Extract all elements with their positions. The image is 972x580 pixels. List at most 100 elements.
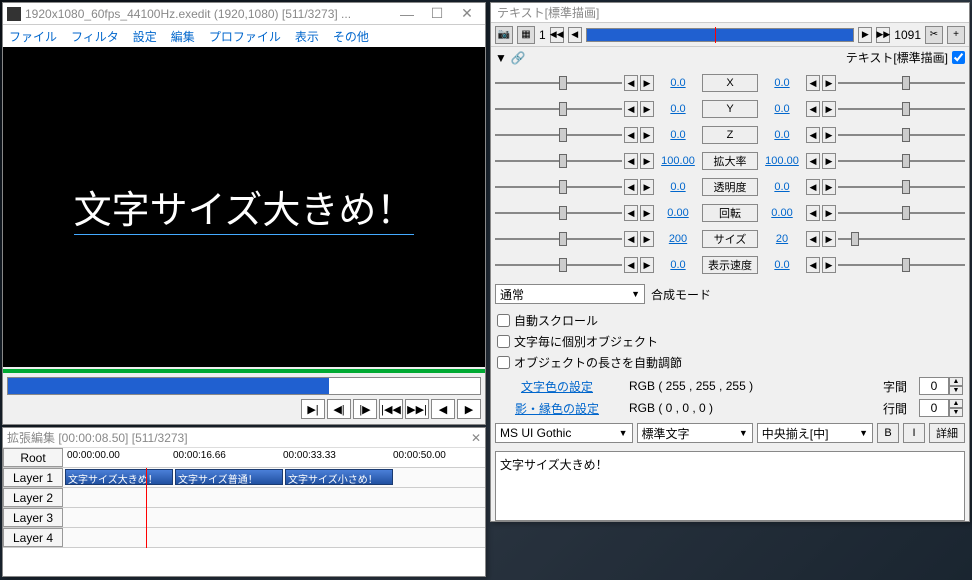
inc-right[interactable]: ▶ — [822, 127, 836, 143]
maximize-button[interactable]: ☐ — [423, 5, 451, 23]
dec-right[interactable]: ◀ — [806, 127, 820, 143]
layer-2-label[interactable]: Layer 2 — [3, 488, 63, 507]
value-right[interactable]: 0.0 — [760, 129, 804, 141]
detail-button[interactable]: 詳細 — [929, 423, 965, 443]
dec-left[interactable]: ◀ — [624, 257, 638, 273]
font-combo[interactable]: MS UI Gothic▼ — [495, 423, 633, 443]
value-left[interactable]: 100.00 — [656, 155, 700, 167]
dec-right[interactable]: ◀ — [806, 231, 820, 247]
menu-profile[interactable]: プロファイル — [209, 28, 281, 45]
slider-left[interactable] — [495, 102, 622, 116]
root-button[interactable]: Root — [3, 448, 63, 467]
value-left[interactable]: 0.0 — [656, 181, 700, 193]
dec-left[interactable]: ◀ — [624, 101, 638, 117]
slider-right[interactable] — [838, 180, 965, 194]
timeline-ruler[interactable]: 00:00:00.00 00:00:16.66 00:00:33.33 00:0… — [63, 448, 485, 467]
perchar-checkbox[interactable] — [497, 335, 510, 348]
clip-3[interactable]: 文字サイズ小さめ！ — [285, 469, 393, 485]
menu-edit[interactable]: 編集 — [171, 28, 195, 45]
slider-left[interactable] — [495, 76, 622, 90]
value-right[interactable]: 0.00 — [760, 207, 804, 219]
inc-left[interactable]: ▶ — [640, 127, 654, 143]
inc-left[interactable]: ▶ — [640, 101, 654, 117]
slider-right[interactable] — [838, 258, 965, 272]
playhead[interactable] — [146, 468, 147, 548]
inc-left[interactable]: ▶ — [640, 179, 654, 195]
dec-right[interactable]: ◀ — [806, 205, 820, 221]
value-right[interactable]: 0.0 — [760, 181, 804, 193]
slider-right[interactable] — [838, 206, 965, 220]
value-left[interactable]: 0.0 — [656, 259, 700, 271]
rewind-button[interactable]: |◀◀ — [379, 399, 403, 419]
collapse-icon[interactable]: ▼ — [495, 51, 507, 65]
inc-right[interactable]: ▶ — [822, 153, 836, 169]
param-label[interactable]: Y — [702, 100, 758, 118]
value-left[interactable]: 0.0 — [656, 77, 700, 89]
slider-left[interactable] — [495, 180, 622, 194]
bold-button[interactable]: B — [877, 423, 899, 443]
value-left[interactable]: 0.00 — [656, 207, 700, 219]
italic-button[interactable]: I — [903, 423, 925, 443]
dec-right[interactable]: ◀ — [806, 257, 820, 273]
blend-mode-combo[interactable]: 通常▼ — [495, 284, 645, 304]
menu-settings[interactable]: 設定 — [133, 28, 157, 45]
layer-3-label[interactable]: Layer 3 — [3, 508, 63, 527]
layer-3-track[interactable] — [63, 508, 485, 527]
slider-left[interactable] — [495, 206, 622, 220]
split-button[interactable]: ✂ — [925, 26, 943, 44]
dec-left[interactable]: ◀ — [624, 231, 638, 247]
linespace-input[interactable] — [919, 399, 949, 417]
menu-file[interactable]: ファイル — [9, 28, 57, 45]
timeline-close-icon[interactable]: ✕ — [471, 431, 481, 445]
dec-left[interactable]: ◀ — [624, 127, 638, 143]
seekbar[interactable] — [7, 377, 481, 395]
spacing-down[interactable]: ▼ — [949, 386, 963, 395]
layer-4-track[interactable] — [63, 528, 485, 547]
camera-icon[interactable]: 📷 — [495, 26, 513, 44]
inc-right[interactable]: ▶ — [822, 75, 836, 91]
layer-1-track[interactable]: 文字サイズ大きめ！ 文字サイズ普通！ 文字サイズ小さめ！ — [63, 468, 485, 487]
param-label[interactable]: サイズ — [702, 230, 758, 248]
param-label[interactable]: 回転 — [702, 204, 758, 222]
spacing-input[interactable] — [919, 377, 949, 395]
slider-right[interactable] — [838, 102, 965, 116]
add-button[interactable]: + — [947, 26, 965, 44]
value-right[interactable]: 0.0 — [760, 77, 804, 89]
seek-last-button[interactable]: ▶▶ — [876, 27, 890, 43]
inc-right[interactable]: ▶ — [822, 101, 836, 117]
timeline-titlebar[interactable]: 拡張編集 [00:00:08.50] [511/3273] ✕ — [3, 428, 485, 448]
menu-filter[interactable]: フィルタ — [71, 28, 119, 45]
value-right[interactable]: 100.00 — [760, 155, 804, 167]
inc-right[interactable]: ▶ — [822, 257, 836, 273]
mark-out-button[interactable]: ▶ — [457, 399, 481, 419]
dec-right[interactable]: ◀ — [806, 179, 820, 195]
slider-left[interactable] — [495, 232, 622, 246]
property-titlebar[interactable]: テキスト[標準描画] — [491, 3, 969, 23]
enable-checkbox[interactable] — [952, 51, 965, 64]
value-left[interactable]: 0.0 — [656, 103, 700, 115]
linespace-up[interactable]: ▲ — [949, 399, 963, 408]
param-label[interactable]: 拡大率 — [702, 152, 758, 170]
shadow-color-link[interactable]: 影・縁色の設定 — [497, 400, 617, 417]
slider-right[interactable] — [838, 76, 965, 90]
property-seekbar[interactable] — [586, 28, 855, 42]
slider-right[interactable] — [838, 232, 965, 246]
play-button[interactable]: ▶| — [301, 399, 325, 419]
layer-1-label[interactable]: Layer 1 — [3, 468, 63, 487]
autoscroll-checkbox[interactable] — [497, 314, 510, 327]
autolength-checkbox[interactable] — [497, 356, 510, 369]
dec-right[interactable]: ◀ — [806, 101, 820, 117]
inc-right[interactable]: ▶ — [822, 179, 836, 195]
inc-right[interactable]: ▶ — [822, 231, 836, 247]
dec-left[interactable]: ◀ — [624, 179, 638, 195]
clip-2[interactable]: 文字サイズ普通！ — [175, 469, 283, 485]
value-right[interactable]: 20 — [760, 233, 804, 245]
font-style-combo[interactable]: 標準文字▼ — [637, 423, 753, 443]
seek-first-button[interactable]: ◀◀ — [550, 27, 564, 43]
slider-left[interactable] — [495, 258, 622, 272]
preview-titlebar[interactable]: 1920x1080_60fps_44100Hz.exedit (1920,108… — [3, 3, 485, 25]
value-left[interactable]: 200 — [656, 233, 700, 245]
mark-in-button[interactable]: ◀ — [431, 399, 455, 419]
inc-left[interactable]: ▶ — [640, 75, 654, 91]
inc-right[interactable]: ▶ — [822, 205, 836, 221]
